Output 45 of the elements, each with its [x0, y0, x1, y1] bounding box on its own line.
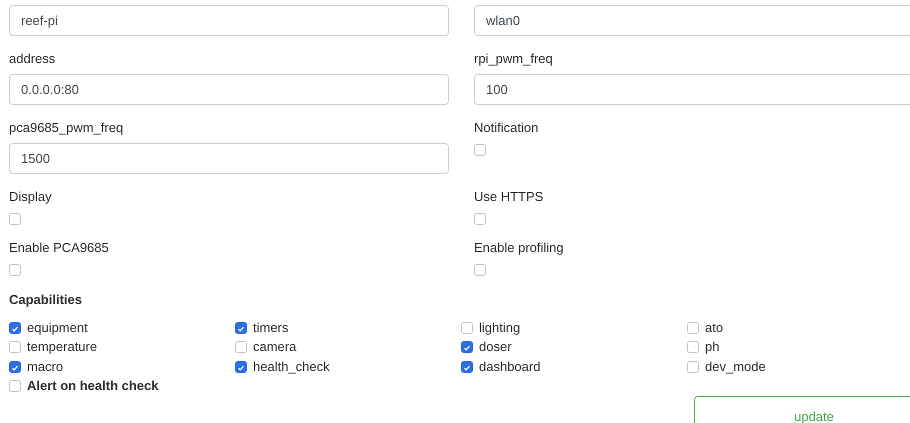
checkbox-label: health_check — [253, 358, 330, 375]
checkbox-label: Alert on health check — [27, 378, 158, 394]
checkbox[interactable] — [687, 322, 699, 334]
checkbox[interactable] — [9, 213, 21, 225]
checkbox-label: timers — [253, 320, 288, 336]
field-label: pca9685_pwm_freq — [9, 120, 124, 136]
text-field[interactable]: 1500 — [9, 143, 449, 174]
checkbox-label: macro — [27, 358, 64, 375]
text-field[interactable]: 0.0.0.0:80 — [9, 74, 449, 105]
checkbox[interactable] — [235, 322, 247, 334]
checkbox[interactable] — [474, 264, 486, 276]
checkbox[interactable] — [687, 360, 699, 373]
checkbox[interactable] — [461, 322, 473, 334]
checkbox[interactable] — [235, 360, 247, 373]
checkbox[interactable] — [461, 341, 473, 354]
field-label: Use HTTPS — [474, 189, 544, 205]
checkbox-label: ato — [705, 320, 724, 336]
checkbox-label: temperature — [27, 339, 98, 356]
checkbox[interactable] — [9, 322, 21, 334]
checkbox-label: equipment — [27, 320, 88, 336]
field-label: Display — [9, 189, 52, 205]
text-field[interactable]: wlan0 — [474, 5, 910, 36]
checkbox-label: dev_mode — [705, 358, 766, 375]
field-label: Notification — [474, 120, 538, 136]
checkbox[interactable] — [687, 341, 699, 354]
section-title: Capabilities — [9, 292, 83, 308]
text-field[interactable]: reef-pi — [9, 5, 449, 36]
checkbox-label: lighting — [479, 320, 520, 336]
checkbox[interactable] — [235, 341, 247, 354]
text-field[interactable]: 100 — [474, 74, 910, 105]
checkbox-label: camera — [253, 339, 296, 356]
checkbox-label: dashboard — [479, 358, 540, 375]
checkbox[interactable] — [474, 213, 486, 225]
checkbox[interactable] — [474, 144, 486, 156]
checkbox[interactable] — [9, 264, 21, 276]
field-label: Enable PCA9685 — [9, 240, 109, 256]
checkbox-label: doser — [479, 339, 512, 356]
checkbox[interactable] — [9, 341, 21, 354]
checkbox-label: ph — [705, 339, 720, 356]
field-label: address — [9, 51, 56, 67]
checkbox[interactable] — [9, 360, 21, 373]
checkbox[interactable] — [461, 360, 473, 373]
field-label: Enable profiling — [474, 240, 564, 256]
field-label: rpi_pwm_freq — [474, 51, 553, 67]
checkbox[interactable] — [9, 380, 21, 392]
